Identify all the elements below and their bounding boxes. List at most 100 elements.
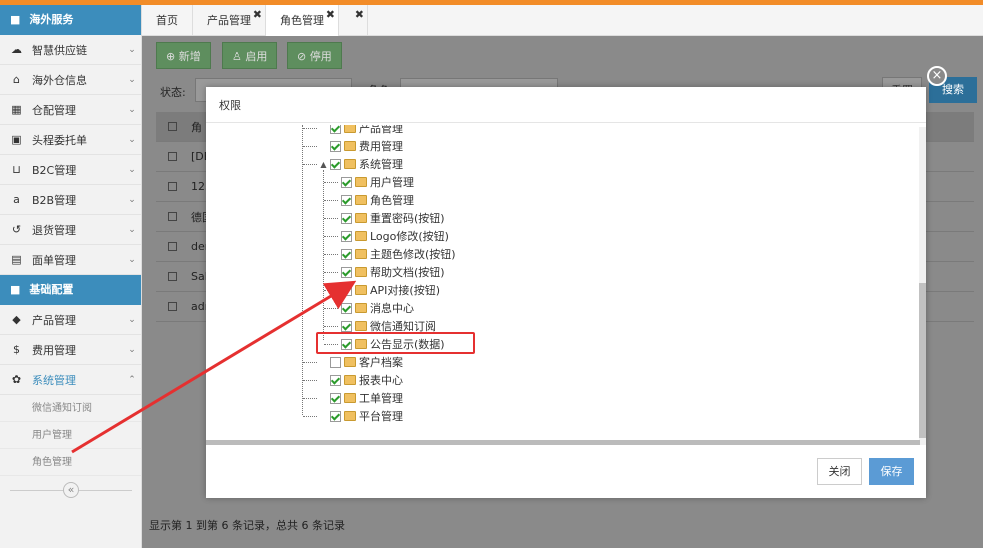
sidebar-item[interactable]: ◆ 产品管理 ⌄: [0, 305, 141, 335]
tree-node[interactable]: 费用管理: [303, 137, 403, 155]
row-checkbox[interactable]: [168, 182, 177, 191]
amazon-icon: a: [13, 193, 20, 206]
sidebar-item[interactable]: ☁ 智慧供应链 ⌄: [0, 35, 141, 65]
folder-icon: [355, 285, 367, 295]
tree-node[interactable]: 帮助文档(按钮): [324, 263, 445, 281]
sidebar-item-label: 系统管理: [32, 373, 76, 387]
row-checkbox[interactable]: [168, 212, 177, 221]
sidebar-item[interactable]: ✿ 系统管理 ⌃: [0, 365, 141, 395]
tree-checkbox[interactable]: [330, 158, 341, 170]
folder-icon: [355, 267, 367, 277]
modal-title: 权限: [206, 87, 926, 123]
tree-node-label: 主题色修改(按钮): [370, 248, 456, 261]
tree-checkbox[interactable]: [341, 176, 352, 188]
disable-button[interactable]: ⊘ 停用: [287, 42, 342, 69]
sidebar-item[interactable]: ▣ 头程委托单 ⌄: [0, 125, 141, 155]
tree-connector: [324, 307, 338, 309]
double-chevron-left-icon[interactable]: «: [63, 482, 79, 498]
tree-checkbox[interactable]: [330, 140, 341, 152]
user-icon: ♙: [232, 50, 242, 63]
save-button[interactable]: 保存: [869, 458, 914, 485]
tab-label: 角色管理: [280, 14, 324, 27]
sidebar-item[interactable]: ↺ 退货管理 ⌄: [0, 215, 141, 245]
sidebar-item[interactable]: ⊔ B2C管理 ⌄: [0, 155, 141, 185]
sidebar-header-overseas[interactable]: ■ 海外服务: [0, 5, 141, 35]
folder-icon: [344, 357, 356, 367]
modal-close-icon[interactable]: ×: [927, 66, 947, 86]
tree-connector: [324, 217, 338, 219]
tree-checkbox[interactable]: [341, 194, 352, 206]
tree-checkbox[interactable]: [330, 374, 341, 386]
folder-icon: [355, 321, 367, 331]
tree-checkbox[interactable]: [341, 230, 352, 242]
enable-button[interactable]: ♙ 启用: [222, 42, 278, 69]
sidebar-header-basic-config[interactable]: ■ 基础配置: [0, 275, 141, 305]
tree-node-label: 消息中心: [370, 302, 414, 315]
tree-checkbox[interactable]: [341, 266, 352, 278]
tree-checkbox[interactable]: [341, 212, 352, 224]
tree-checkbox[interactable]: [330, 125, 341, 134]
tree-connector: [324, 325, 338, 327]
home-icon: ⌂: [13, 73, 20, 86]
sidebar-collapse-button[interactable]: «: [0, 480, 141, 500]
row-checkbox[interactable]: [168, 302, 177, 311]
folder-icon: [355, 231, 367, 241]
sidebar-item[interactable]: ⌂ 海外仓信息 ⌄: [0, 65, 141, 95]
tree-checkbox[interactable]: [330, 410, 341, 422]
tree-node[interactable]: 用户管理: [324, 173, 414, 191]
tree-node[interactable]: 工单管理: [303, 389, 403, 407]
tree-checkbox[interactable]: [341, 248, 352, 260]
tab[interactable]: 角色管理 ✖: [266, 5, 339, 36]
tree-node[interactable]: 重置密码(按钮): [324, 209, 445, 227]
tree-node[interactable]: 报表中心: [303, 371, 403, 389]
sidebar-item[interactable]: ▦ 仓配管理 ⌄: [0, 95, 141, 125]
tree-node[interactable]: Logo修改(按钮): [324, 227, 449, 245]
sidebar-header-label: 海外服务: [29, 13, 74, 26]
tree-node[interactable]: 角色管理: [324, 191, 414, 209]
tree-horizontal-scrollbar[interactable]: [206, 440, 920, 445]
tree-checkbox[interactable]: [341, 284, 352, 296]
briefcase-icon: ▣: [11, 133, 22, 146]
tab[interactable]: 产品管理 ✖: [193, 5, 266, 36]
add-button[interactable]: ⊕ 新增: [156, 42, 211, 69]
chevron-down-icon: ⌄: [128, 104, 136, 115]
close-button[interactable]: 关闭: [817, 458, 862, 485]
sidebar-item-label: 费用管理: [32, 343, 76, 357]
tree-checkbox[interactable]: [330, 392, 341, 404]
select-all-checkbox[interactable]: [168, 122, 177, 131]
tree-node[interactable]: 消息中心: [324, 299, 414, 317]
row-checkbox[interactable]: [168, 272, 177, 281]
sidebar-subitem[interactable]: 微信通知订阅: [0, 395, 141, 422]
collapse-icon[interactable]: ▲: [320, 160, 327, 169]
tree-checkbox[interactable]: [341, 302, 352, 314]
tree-checkbox[interactable]: [341, 320, 352, 332]
tree-node[interactable]: 产品管理: [303, 125, 403, 137]
plus-circle-icon: ⊕: [166, 50, 176, 63]
folder-icon: [344, 141, 356, 151]
tree-node[interactable]: API对接(按钮): [324, 281, 440, 299]
tree-node-label: 报表中心: [359, 374, 403, 387]
tab-label: 首页: [156, 14, 178, 27]
tree-node[interactable]: 平台管理: [303, 407, 403, 425]
enable-button-label: 启用: [245, 50, 268, 63]
tree-node[interactable]: 客户档案: [303, 353, 403, 371]
row-checkbox[interactable]: [168, 152, 177, 161]
tab-close-icon[interactable]: ✖: [355, 0, 364, 30]
tab-close-icon[interactable]: ✖: [253, 0, 262, 30]
sidebar-item[interactable]: a B2B管理 ⌄: [0, 185, 141, 215]
sidebar-item[interactable]: ▤ 面单管理 ⌄: [0, 245, 141, 275]
folder-icon: ■: [10, 13, 21, 26]
chevron-down-icon: ⌄: [128, 164, 136, 175]
tree-node[interactable]: 主题色修改(按钮): [324, 245, 456, 263]
sidebar-subitem[interactable]: 角色管理: [0, 449, 141, 476]
tree-vertical-scrollbar-thumb[interactable]: [919, 283, 926, 438]
tree-checkbox[interactable]: [330, 356, 341, 368]
sidebar-item[interactable]: $ 费用管理 ⌄: [0, 335, 141, 365]
sidebar-subitem[interactable]: 用户管理: [0, 422, 141, 449]
tab-close-icon[interactable]: ✖: [326, 0, 335, 30]
tab[interactable]: 首页: [142, 5, 193, 36]
row-checkbox[interactable]: [168, 242, 177, 251]
tree-node[interactable]: ▲ 系统管理: [303, 155, 403, 173]
tab[interactable]: ✖: [339, 5, 368, 36]
folder-icon: [355, 177, 367, 187]
